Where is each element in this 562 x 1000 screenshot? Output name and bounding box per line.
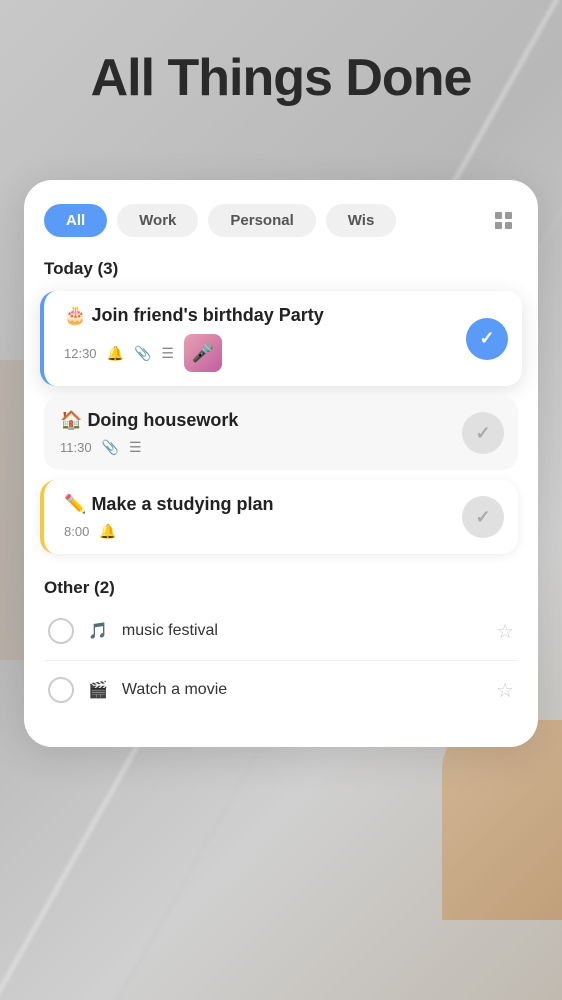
app-title: All Things Done [0,48,562,108]
tab-personal[interactable]: Personal [208,204,315,237]
task-item: 🏠 Doing housework 11:30 ✓ [44,396,518,470]
task-title: ✏️ Make a studying plan [64,494,502,515]
bell-icon [99,523,116,540]
task-time: 11:30 [60,440,92,455]
task-emoji: 🎬 [88,680,108,700]
task-item: ✏️ Make a studying plan 8:00 ✓ [40,480,518,554]
clip-icon [102,439,119,456]
bg-basket-decoration [442,720,562,920]
task-check-button[interactable]: ✓ [466,318,508,360]
star-button[interactable]: ☆ [496,678,514,703]
other-header: Other (2) [44,578,518,598]
other-task-item: 🎬 Watch a movie ☆ [44,661,518,719]
list-icon [129,439,142,456]
task-meta: 8:00 [64,523,502,540]
task-meta: 11:30 [60,439,502,456]
task-title: 🏠 Doing housework [60,410,502,431]
task-time: 12:30 [64,346,97,361]
check-icon: ✓ [479,328,494,349]
other-section: Other (2) 🎵 music festival ☆ 🎬 Watch a m… [44,578,518,719]
grid-dot-4 [505,222,512,229]
bell-icon [107,345,124,362]
tab-wish[interactable]: Wis [326,204,397,237]
other-task-title: music festival [122,622,482,640]
task-title: 🎂 Join friend's birthday Party [64,305,506,326]
other-task-title: Watch a movie [122,681,482,699]
task-thumbnail [184,334,222,372]
tab-work[interactable]: Work [117,204,198,237]
tab-all[interactable]: All [44,204,107,237]
task-item: 🎂 Join friend's birthday Party 12:30 ✓ [40,291,522,386]
task-emoji: ✏️ [64,494,86,514]
check-icon: ✓ [475,423,490,444]
task-radio-button[interactable] [48,618,74,644]
grid-dot-2 [505,212,512,219]
grid-view-button[interactable] [489,206,518,235]
today-header: Today (3) [44,259,518,279]
task-check-button[interactable]: ✓ [462,412,504,454]
main-card: All Work Personal Wis Today (3) 🎂 Join f… [24,180,538,747]
task-emoji: 🎵 [88,621,108,641]
task-meta: 12:30 [64,334,506,372]
today-task-list: 🎂 Join friend's birthday Party 12:30 ✓ 🏠… [44,291,518,554]
check-icon: ✓ [475,507,490,528]
task-check-button[interactable]: ✓ [462,496,504,538]
filter-tabs: All Work Personal Wis [44,204,518,237]
list-icon [161,345,174,362]
task-time: 8:00 [64,524,89,539]
other-task-item: 🎵 music festival ☆ [44,602,518,661]
clip-icon [134,345,151,362]
task-radio-button[interactable] [48,677,74,703]
grid-dot-3 [495,222,502,229]
task-emoji: 🎂 [64,305,86,325]
star-button[interactable]: ☆ [496,619,514,644]
task-emoji: 🏠 [60,410,82,430]
grid-dot-1 [495,212,502,219]
